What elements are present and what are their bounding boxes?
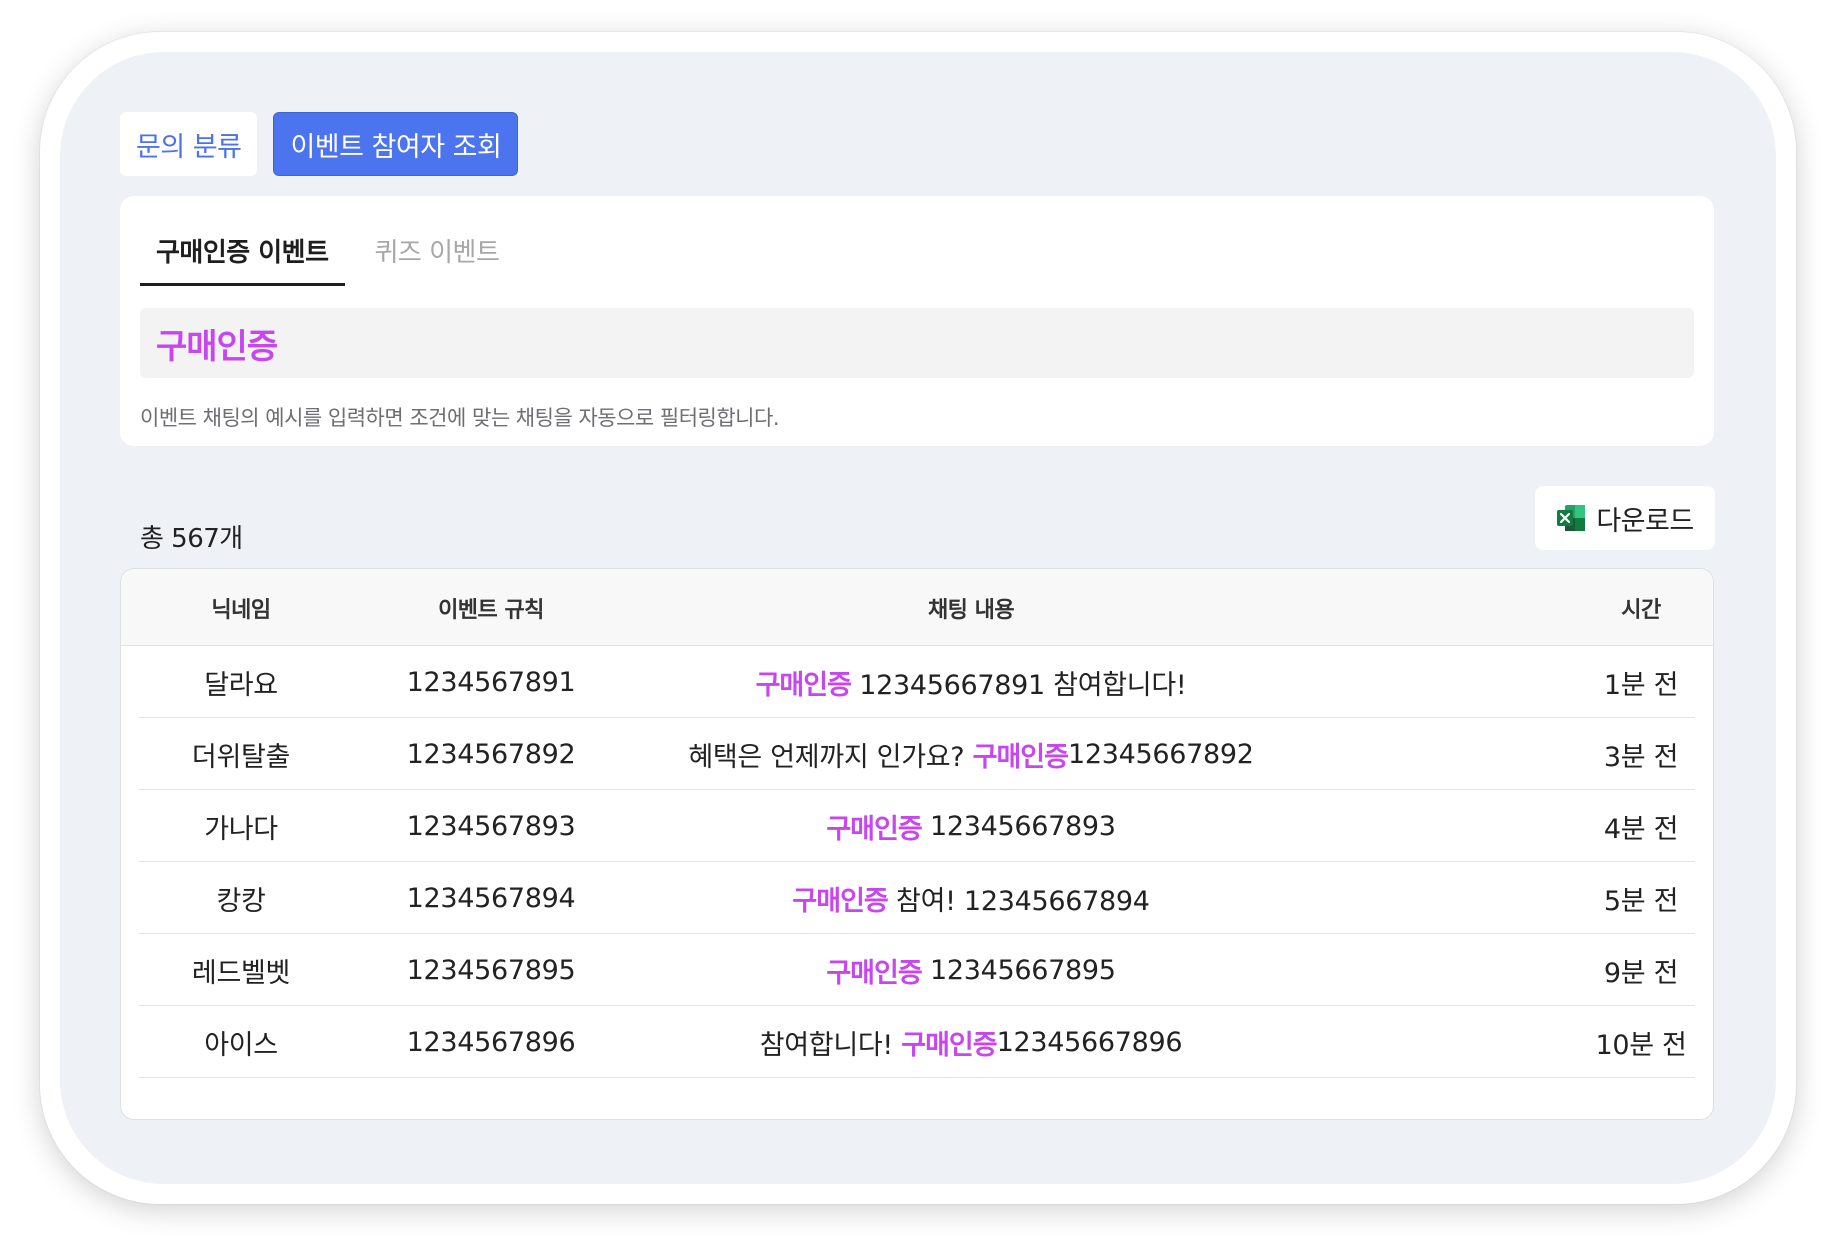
chat-text-post: 참여! 12345667894: [887, 885, 1150, 917]
chat-keyword: 구매인증: [755, 669, 852, 701]
cell-event-rule: 1234567894: [406, 882, 576, 914]
device-frame: 문의 분류 이벤트 참여자 조회 구매인증 이벤트 퀴즈 이벤트 구매인증 이벤…: [40, 32, 1796, 1204]
header-event-rule[interactable]: 이벤트 규칙: [361, 569, 621, 646]
cell-chat-content: 참여합니다! 구매인증 12345667896: [621, 1006, 1321, 1078]
tab-purchase-event[interactable]: 구매인증 이벤트: [140, 232, 345, 286]
cell-time: 1분 전: [1603, 669, 1679, 701]
chat-keyword: 구매인증: [826, 813, 922, 845]
event-filter-card: 구매인증 이벤트 퀴즈 이벤트 구매인증 이벤트 채팅의 예시를 입력하면 조건…: [120, 196, 1714, 446]
cell-nickname: 아이스: [204, 1029, 278, 1061]
cell-time: 3분 전: [1603, 741, 1679, 773]
cell-event-rule: 1234567893: [406, 810, 576, 842]
cell-time: 5분 전: [1603, 885, 1679, 917]
cell-chat-content: 구매인증 12345667893: [621, 790, 1321, 862]
cell-event-rule: 1234567892: [406, 738, 576, 770]
cell-chat-content: 구매인증 12345667891 참여합니다!: [621, 646, 1321, 718]
download-button[interactable]: 다운로드: [1535, 486, 1715, 550]
cell-time: 10분 전: [1595, 1029, 1687, 1061]
cell-event-rule: 1234567896: [406, 1026, 576, 1058]
cell-chat-content: 구매인증 12345667895: [621, 934, 1321, 1006]
table-row[interactable]: 달라요 1234567891 구매인증 12345667891 참여합니다! 1…: [139, 646, 1695, 718]
participants-table: 닉네임 이벤트 규칙 채팅 내용 시간 달라요 1234567891 구매인증 …: [120, 568, 1714, 1120]
chat-text-pre: 혜택은 언제까지 인가요?: [688, 741, 973, 773]
header-nickname[interactable]: 닉네임: [121, 569, 361, 646]
cell-nickname: 달라요: [204, 669, 278, 701]
cell-nickname: 레드벨벳: [191, 957, 291, 989]
table-body: 달라요 1234567891 구매인증 12345667891 참여합니다! 1…: [139, 646, 1695, 1078]
table-row[interactable]: 레드벨벳 1234567895 구매인증 12345667895 9분 전: [139, 934, 1695, 1006]
chat-text-post: 12345667891 참여합니다!: [850, 669, 1187, 701]
cell-time: 4분 전: [1603, 813, 1679, 845]
cell-nickname: 더위탈출: [191, 741, 291, 773]
cell-event-rule: 1234567895: [406, 954, 576, 986]
table-row[interactable]: 더위탈출 1234567892 혜택은 언제까지 인가요? 구매인증 123456…: [139, 718, 1695, 790]
excel-icon: [1556, 504, 1586, 532]
tab-quiz-event[interactable]: 퀴즈 이벤트: [359, 232, 516, 286]
chat-keyword: 구매인증: [826, 957, 922, 989]
chat-keyword: 구매인증: [901, 1029, 997, 1061]
chat-text-post: 12345667896: [996, 1026, 1183, 1058]
header-time[interactable]: 시간: [1571, 569, 1711, 646]
table-row[interactable]: 가나다 1234567893 구매인증 12345667893 4분 전: [139, 790, 1695, 862]
cell-chat-content: 구매인증 참여! 12345667894: [621, 862, 1321, 934]
filter-hint-text: 이벤트 채팅의 예시를 입력하면 조건에 맞는 채팅을 자동으로 필터링합니다.: [140, 406, 780, 430]
chat-text-post: 12345667893: [921, 810, 1116, 842]
header-chat-content[interactable]: 채팅 내용: [621, 569, 1321, 646]
tab-inquiry-category[interactable]: 문의 분류: [120, 112, 258, 176]
cell-nickname: 가나다: [204, 813, 278, 845]
top-tab-bar: 문의 분류 이벤트 참여자 조회: [120, 112, 519, 176]
cell-event-rule: 1234567891: [406, 666, 576, 698]
keyword-input[interactable]: 구매인증: [140, 308, 1694, 378]
cell-chat-content: 혜택은 언제까지 인가요? 구매인증 12345667892: [621, 718, 1321, 790]
cell-nickname: 캉캉: [216, 885, 266, 917]
total-count: 총 567개: [140, 524, 243, 554]
event-type-tabs: 구매인증 이벤트 퀴즈 이벤트: [140, 232, 515, 286]
table-row[interactable]: 아이스 1234567896 참여합니다! 구매인증 12345667896 10…: [139, 1006, 1695, 1078]
app-screen: 문의 분류 이벤트 참여자 조회 구매인증 이벤트 퀴즈 이벤트 구매인증 이벤…: [60, 52, 1776, 1184]
download-label: 다운로드: [1596, 505, 1694, 537]
chat-text-pre: 참여합니다!: [759, 1029, 902, 1061]
table-row[interactable]: 캉캉 1234567894 구매인증 참여! 12345667894 5분 전: [139, 862, 1695, 934]
chat-keyword: 구매인증: [972, 741, 1069, 773]
cell-time: 9분 전: [1603, 957, 1679, 989]
table-header: 닉네임 이벤트 규칙 채팅 내용 시간: [121, 569, 1713, 646]
tab-event-participants[interactable]: 이벤트 참여자 조회: [273, 112, 519, 176]
chat-text-post: 12345667892: [1067, 738, 1254, 770]
chat-keyword: 구매인증: [792, 885, 888, 917]
chat-text-post: 12345667895: [921, 954, 1116, 986]
